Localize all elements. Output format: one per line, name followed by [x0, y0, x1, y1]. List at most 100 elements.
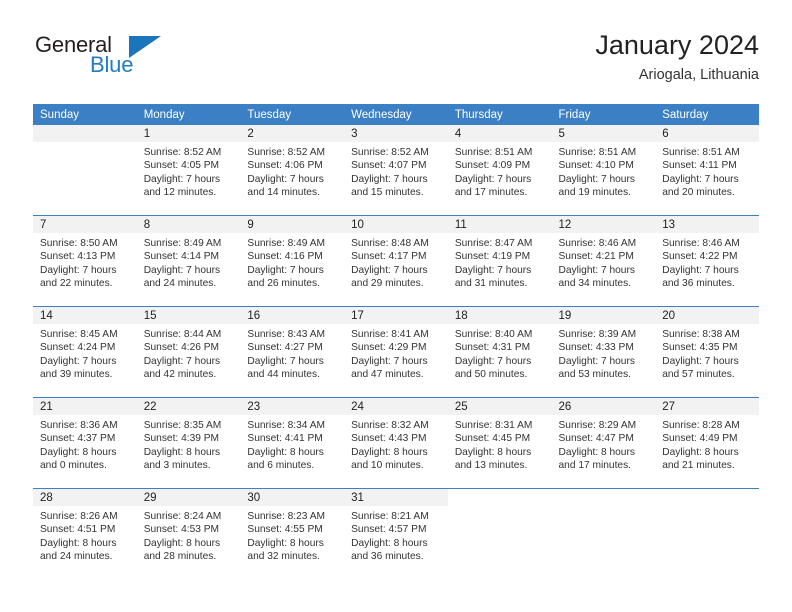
sunset-text: Sunset: 4:26 PM	[143, 342, 220, 354]
calendar-day-cell[interactable]: 10 Sunrise: 8:48 AM Sunset: 4:17 PM Dayligh…	[344, 215, 448, 307]
daylight-text-line1: Daylight: 7 hours	[351, 173, 428, 185]
calendar-day-cell[interactable]: 27 Sunrise: 8:28 AM Sunset: 4:49 PM Dayligh…	[655, 397, 759, 489]
calendar-day-cell[interactable]: 4 Sunrise: 8:51 AM Sunset: 4:09 PM Daylight…	[447, 125, 552, 216]
daylight-text-line1: Daylight: 7 hours	[558, 173, 635, 185]
day-cell-body: Sunrise: 8:26 AM Sunset: 4:51 PM Daylight:…	[33, 506, 137, 564]
day-cell-inner: 29 Sunrise: 8:24 AM Sunset: 4:53 PM Dayligh…	[136, 489, 241, 579]
calendar-day-cell[interactable]: 9 Sunrise: 8:49 AM Sunset: 4:16 PM Daylight…	[240, 215, 345, 307]
day-cell-body: Sunrise: 8:48 AM Sunset: 4:17 PM Daylight:…	[344, 233, 448, 291]
calendar-week-row: 7 Sunrise: 8:50 AM Sunset: 4:13 PM Daylight…	[33, 215, 759, 307]
calendar-day-cell[interactable]: 20 Sunrise: 8:38 AM Sunset: 4:35 PM Dayligh…	[655, 306, 759, 398]
calendar-day-cell[interactable]: 31 Sunrise: 8:21 AM Sunset: 4:57 PM Dayligh…	[344, 488, 448, 579]
day-number: 2	[240, 125, 345, 142]
sunrise-text: Sunrise: 8:43 AM	[247, 329, 325, 340]
calendar-day-cell[interactable]: 8 Sunrise: 8:49 AM Sunset: 4:14 PM Daylight…	[136, 215, 241, 307]
daylight-text-line2: and 31 minutes.	[454, 278, 528, 290]
day-cell-body: Sunrise: 8:34 AM Sunset: 4:41 PM Daylight:…	[240, 415, 344, 473]
day-cell-inner: 15 Sunrise: 8:44 AM Sunset: 4:26 PM Dayligh…	[136, 307, 241, 397]
page-header: General Blue January 2024 Ariogala, Lith…	[33, 28, 759, 96]
calendar-day-cell[interactable]: 6 Sunrise: 8:51 AM Sunset: 4:11 PM Daylight…	[655, 125, 759, 216]
calendar-day-cell[interactable]: 19 Sunrise: 8:39 AM Sunset: 4:33 PM Dayligh…	[551, 306, 656, 398]
day-number: 15	[136, 307, 241, 324]
sunrise-text: Sunrise: 8:49 AM	[143, 238, 222, 249]
calendar-day-cell[interactable]: 18 Sunrise: 8:40 AM Sunset: 4:31 PM Dayligh…	[447, 306, 552, 398]
day-number: 12	[551, 216, 656, 233]
calendar-day-cell[interactable]: 13 Sunrise: 8:46 AM Sunset: 4:22 PM Dayligh…	[655, 215, 759, 307]
calendar-day-cell[interactable]: 17 Sunrise: 8:41 AM Sunset: 4:29 PM Dayligh…	[344, 306, 448, 398]
day-number: 20	[655, 307, 759, 324]
daylight-text-line1: Daylight: 7 hours	[351, 264, 428, 276]
calendar-day-cell[interactable]: 24 Sunrise: 8:32 AM Sunset: 4:43 PM Dayligh…	[344, 397, 448, 489]
calendar-day-cell[interactable]	[551, 488, 656, 579]
sunrise-text: Sunrise: 8:24 AM	[143, 511, 222, 522]
brand-name-blue: Blue	[90, 52, 134, 77]
day-cell-inner: 31 Sunrise: 8:21 AM Sunset: 4:57 PM Dayligh…	[344, 489, 448, 579]
calendar-day-cell[interactable]	[655, 488, 759, 579]
day-number: 6	[655, 125, 759, 142]
day-number: 29	[136, 489, 241, 506]
daylight-text-line1: Daylight: 8 hours	[40, 446, 117, 458]
sunrise-text: Sunrise: 8:35 AM	[143, 420, 222, 431]
day-cell-inner: 8 Sunrise: 8:49 AM Sunset: 4:14 PM Daylight…	[136, 216, 241, 306]
daylight-text-line1: Daylight: 8 hours	[40, 537, 117, 549]
sunrise-text: Sunrise: 8:32 AM	[351, 420, 429, 431]
sunrise-text: Sunrise: 8:23 AM	[247, 511, 325, 522]
brand-logo[interactable]: General Blue	[33, 32, 263, 90]
sunset-text: Sunset: 4:43 PM	[351, 433, 427, 445]
calendar-day-cell[interactable]: 23 Sunrise: 8:34 AM Sunset: 4:41 PM Dayligh…	[240, 397, 345, 489]
day-cell-inner	[655, 489, 759, 579]
calendar-day-cell[interactable]: 21 Sunrise: 8:36 AM Sunset: 4:37 PM Dayligh…	[33, 397, 137, 489]
calendar-day-cell[interactable]: 2 Sunrise: 8:52 AM Sunset: 4:06 PM Daylight…	[240, 125, 345, 216]
calendar-day-cell[interactable]: 22 Sunrise: 8:35 AM Sunset: 4:39 PM Dayligh…	[136, 397, 241, 489]
day-number: 9	[240, 216, 345, 233]
day-number	[447, 489, 552, 506]
sunset-text: Sunset: 4:16 PM	[247, 251, 323, 263]
calendar-day-cell[interactable]: 7 Sunrise: 8:50 AM Sunset: 4:13 PM Daylight…	[33, 215, 137, 307]
sunset-text: Sunset: 4:13 PM	[40, 251, 116, 263]
calendar-day-cell[interactable]: 15 Sunrise: 8:44 AM Sunset: 4:26 PM Dayligh…	[136, 306, 241, 398]
sunset-text: Sunset: 4:57 PM	[351, 524, 427, 536]
calendar-day-cell[interactable]: 1 Sunrise: 8:52 AM Sunset: 4:05 PM Daylight…	[136, 125, 241, 216]
daylight-text-line2: and 3 minutes.	[143, 460, 211, 472]
calendar-day-cell[interactable]	[33, 125, 137, 216]
calendar-day-cell[interactable]: 25 Sunrise: 8:31 AM Sunset: 4:45 PM Dayligh…	[447, 397, 552, 489]
sunset-text: Sunset: 4:35 PM	[662, 342, 738, 354]
day-cell-inner: 30 Sunrise: 8:23 AM Sunset: 4:55 PM Dayligh…	[240, 489, 345, 579]
daylight-text-line2: and 24 minutes.	[143, 278, 217, 290]
calendar-day-cell[interactable]: 26 Sunrise: 8:29 AM Sunset: 4:47 PM Dayligh…	[551, 397, 656, 489]
sunrise-text: Sunrise: 8:29 AM	[558, 420, 637, 431]
calendar-day-cell[interactable]: 3 Sunrise: 8:52 AM Sunset: 4:07 PM Daylight…	[344, 125, 448, 216]
daylight-text-line1: Daylight: 8 hours	[143, 446, 221, 458]
day-cell-body: Sunrise: 8:52 AM Sunset: 4:07 PM Daylight:…	[344, 142, 448, 200]
calendar-day-cell[interactable]: 14 Sunrise: 8:45 AM Sunset: 4:24 PM Dayligh…	[33, 306, 137, 398]
day-cell-inner: 7 Sunrise: 8:50 AM Sunset: 4:13 PM Daylight…	[33, 216, 137, 306]
calendar-day-cell[interactable]: 28 Sunrise: 8:26 AM Sunset: 4:51 PM Dayligh…	[33, 488, 137, 579]
calendar-day-cell[interactable]: 16 Sunrise: 8:43 AM Sunset: 4:27 PM Dayligh…	[240, 306, 345, 398]
day-number	[33, 125, 137, 142]
sunset-text: Sunset: 4:41 PM	[247, 433, 323, 445]
daylight-text-line1: Daylight: 7 hours	[558, 355, 635, 367]
calendar-day-cell[interactable]: 5 Sunrise: 8:51 AM Sunset: 4:10 PM Daylight…	[551, 125, 656, 216]
day-cell-body	[552, 506, 656, 510]
sunrise-text: Sunrise: 8:41 AM	[351, 329, 429, 340]
calendar-day-cell[interactable]: 29 Sunrise: 8:24 AM Sunset: 4:53 PM Dayligh…	[136, 488, 241, 579]
day-number: 14	[33, 307, 137, 324]
calendar-day-cell[interactable]	[447, 488, 552, 579]
title-block: January 2024 Ariogala, Lithuania	[595, 28, 759, 86]
calendar-day-cell[interactable]: 30 Sunrise: 8:23 AM Sunset: 4:55 PM Dayligh…	[240, 488, 345, 579]
day-cell-body: Sunrise: 8:51 AM Sunset: 4:09 PM Daylight:…	[448, 142, 552, 200]
day-cell-inner: 13 Sunrise: 8:46 AM Sunset: 4:22 PM Dayligh…	[655, 216, 759, 306]
daylight-text-line1: Daylight: 7 hours	[662, 264, 739, 276]
daylight-text-line1: Daylight: 8 hours	[558, 446, 635, 458]
calendar-day-cell[interactable]: 11 Sunrise: 8:47 AM Sunset: 4:19 PM Dayligh…	[447, 215, 552, 307]
day-cell-inner	[551, 489, 656, 579]
calendar-page: General Blue January 2024 Ariogala, Lith…	[0, 0, 792, 612]
sunrise-text: Sunrise: 8:38 AM	[662, 329, 740, 340]
calendar-day-cell[interactable]: 12 Sunrise: 8:46 AM Sunset: 4:21 PM Dayligh…	[551, 215, 656, 307]
day-cell-body: Sunrise: 8:46 AM Sunset: 4:21 PM Daylight:…	[552, 233, 656, 291]
weekday-header-monday: Monday	[136, 104, 241, 125]
daylight-text-line1: Daylight: 7 hours	[247, 264, 324, 276]
sunrise-text: Sunrise: 8:39 AM	[558, 329, 637, 340]
day-number: 3	[344, 125, 448, 142]
sunset-text: Sunset: 4:53 PM	[143, 524, 220, 536]
